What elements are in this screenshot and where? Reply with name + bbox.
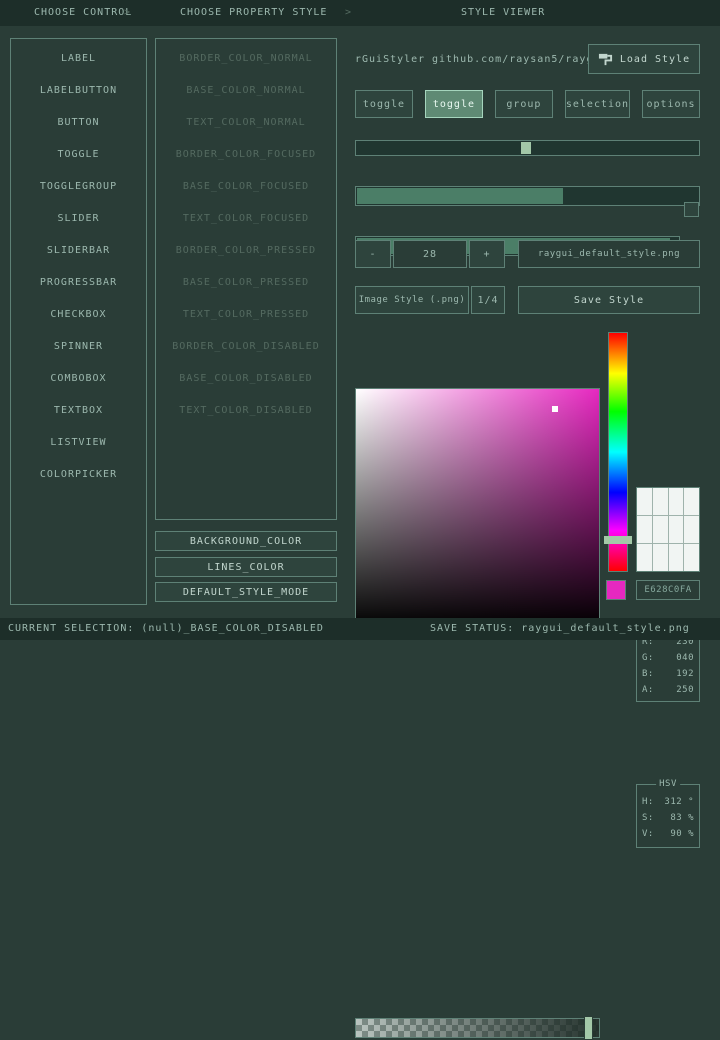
rgba-g-label: G: [642,653,654,663]
control-list-item[interactable]: COLORPICKER [11,458,146,490]
control-list-item[interactable]: SLIDERBAR [11,234,146,266]
property-list-item[interactable]: TEXT_COLOR_FOCUSED [156,202,336,234]
current-color-swatch [606,580,626,600]
palette-cell[interactable] [684,544,699,571]
property-list-item[interactable]: BASE_COLOR_DISABLED [156,362,336,394]
color-picker-panel[interactable] [355,388,600,628]
rgba-a-value: 250 [676,685,694,695]
rgba-a-label: A: [642,685,654,695]
control-list-item[interactable]: LABELBUTTON [11,74,146,106]
color-palette-grid [636,487,700,572]
control-list-item[interactable]: TOGGLEGROUP [11,170,146,202]
app-title: rGuiStyler [355,46,425,72]
breadcrumb-choose-control: CHOOSE CONTROL [34,0,132,26]
toggle-item[interactable]: options [642,90,700,118]
properties-list-panel: BORDER_COLOR_NORMAL BASE_COLOR_NORMAL TE… [155,38,337,520]
palette-cell[interactable] [684,488,699,515]
hsv-groupbox: HSV H:312 ° S:83 % V:90 % [636,784,700,848]
property-list-item[interactable]: BORDER_COLOR_FOCUSED [156,138,336,170]
palette-cell[interactable] [637,544,652,571]
load-style-button[interactable]: Load Style [588,44,700,74]
checkbox[interactable] [684,202,699,217]
background-color-button[interactable]: BACKGROUND_COLOR [155,531,337,551]
property-list-item[interactable]: TEXT_COLOR_DISABLED [156,394,336,426]
filename-textbox[interactable]: raygui_default_style.png [518,240,700,268]
property-list-item[interactable]: TEXT_COLOR_PRESSED [156,298,336,330]
toggle-item[interactable]: selection [565,90,630,118]
control-list-item[interactable]: LABEL [11,42,146,74]
property-list-item[interactable]: BORDER_COLOR_NORMAL [156,42,336,74]
controls-list-panel: LABEL LABELBUTTON BUTTON TOGGLE TOGGLEGR… [10,38,147,605]
palette-cell[interactable] [637,516,652,543]
spinner-value[interactable]: 28 [393,240,467,268]
hsv-h-label: H: [642,797,654,807]
toggle-item-active[interactable]: toggle [425,90,483,118]
hsv-s-label: S: [642,813,654,823]
toggle-item[interactable]: group [495,90,553,118]
toggle-group: toggle toggle group selection options [355,90,700,118]
hue-bar-handle[interactable] [604,536,632,544]
save-style-button[interactable]: Save Style [518,286,700,314]
property-list-item[interactable]: BORDER_COLOR_DISABLED [156,330,336,362]
palette-cell[interactable] [653,544,668,571]
rgba-b-label: B: [642,669,654,679]
palette-cell[interactable] [653,488,668,515]
property-list-item[interactable]: BORDER_COLOR_PRESSED [156,234,336,266]
control-list-item[interactable]: LISTVIEW [11,426,146,458]
breadcrumb-arrow-icon: > [345,0,352,26]
color-picker-cursor[interactable] [552,406,558,412]
alpha-bar-shade [356,1019,599,1037]
image-style-combobox[interactable]: Image Style (.png) [355,286,469,314]
hsv-h-value: 312 ° [664,797,694,807]
toggle-item[interactable]: toggle [355,90,413,118]
palette-cell[interactable] [684,516,699,543]
spinner-plus-button[interactable]: + [469,240,505,268]
hsv-title: HSV [656,779,680,789]
control-list-item[interactable]: TEXTBOX [11,394,146,426]
hsv-v-label: V: [642,829,654,839]
breadcrumb-choose-property: CHOOSE PROPERTY STYLE [180,0,327,26]
control-list-item[interactable]: CHECKBOX [11,298,146,330]
control-list-item[interactable]: BUTTON [11,106,146,138]
combobox-ratio[interactable]: 1/4 [471,286,505,314]
paint-roller-icon [598,52,613,67]
control-list-item[interactable]: COMBOBOX [11,362,146,394]
default-style-mode-button[interactable]: DEFAULT_STYLE_MODE [155,582,337,602]
alpha-bar[interactable] [355,1018,600,1038]
hex-value-textbox[interactable]: E628C0FA [636,580,700,600]
hsv-s-value: 83 % [670,813,694,823]
save-status: SAVE STATUS: raygui_default_style.png [430,618,690,640]
rgba-b-value: 192 [676,669,694,679]
palette-cell[interactable] [669,516,684,543]
hsv-v-value: 90 % [670,829,694,839]
bottom-statusbar: CURRENT SELECTION: (null)_BASE_COLOR_DIS… [0,618,720,640]
control-list-item[interactable]: SPINNER [11,330,146,362]
spinner-minus-button[interactable]: - [355,240,391,268]
repo-link[interactable]: github.com/raysan5/raygui [432,46,608,72]
slider[interactable] [355,140,700,156]
rgba-g-value: 040 [676,653,694,663]
palette-cell[interactable] [669,544,684,571]
lines-color-button[interactable]: LINES_COLOR [155,557,337,577]
section-title-style-viewer: STYLE VIEWER [461,0,545,26]
control-list-item[interactable]: TOGGLE [11,138,146,170]
palette-cell[interactable] [637,488,652,515]
palette-cell[interactable] [669,488,684,515]
top-statusbar: CHOOSE CONTROL > CHOOSE PROPERTY STYLE >… [0,0,720,26]
control-list-item[interactable]: PROGRESSBAR [11,266,146,298]
palette-cell[interactable] [653,516,668,543]
slider-bar[interactable] [355,186,700,206]
alpha-bar-handle[interactable] [584,1016,593,1040]
slider-handle[interactable] [521,142,531,154]
current-selection-status: CURRENT SELECTION: (null)_BASE_COLOR_DIS… [8,618,324,640]
property-list-item[interactable]: BASE_COLOR_PRESSED [156,266,336,298]
property-list-item[interactable]: TEXT_COLOR_NORMAL [156,106,336,138]
load-style-label: Load Style [620,54,690,65]
property-list-item[interactable]: BASE_COLOR_FOCUSED [156,170,336,202]
property-list-item[interactable]: BASE_COLOR_NORMAL [156,74,336,106]
slider-bar-fill [357,188,563,204]
breadcrumb-arrow-icon: > [124,0,131,26]
control-list-item[interactable]: SLIDER [11,202,146,234]
